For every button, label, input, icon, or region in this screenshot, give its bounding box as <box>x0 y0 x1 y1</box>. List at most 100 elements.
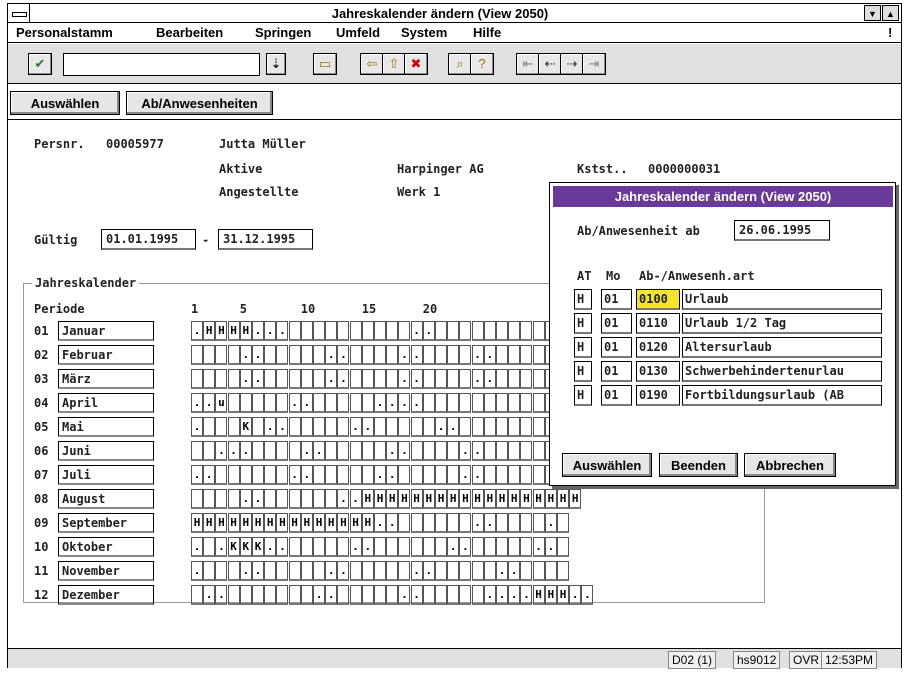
popup-auswaehlen-button[interactable]: Auswählen <box>562 453 652 477</box>
day-cell[interactable] <box>508 393 521 413</box>
check-icon[interactable]: ✔ <box>28 53 52 75</box>
day-cell[interactable] <box>496 393 508 413</box>
menu-hilfe[interactable]: Hilfe <box>473 25 501 40</box>
menu-bearbeiten[interactable]: Bearbeiten <box>156 25 223 40</box>
day-cell[interactable]: . <box>422 561 435 581</box>
absence-at-cell[interactable]: H <box>574 385 592 406</box>
day-cell[interactable]: . <box>374 513 386 533</box>
beenden-button[interactable]: Beenden <box>659 453 738 477</box>
day-cell[interactable]: . <box>410 369 423 389</box>
day-cell[interactable] <box>325 489 338 509</box>
day-cell[interactable] <box>447 441 460 461</box>
day-cell[interactable]: H <box>544 489 557 509</box>
absence-at-cell[interactable]: H <box>574 361 592 382</box>
day-cell[interactable] <box>313 417 325 437</box>
day-cell[interactable] <box>532 393 545 413</box>
day-cell[interactable]: . <box>398 369 411 389</box>
day-cell[interactable]: . <box>410 345 423 365</box>
day-cell[interactable] <box>227 369 240 389</box>
absence-at-cell[interactable]: H <box>574 313 592 334</box>
day-cell[interactable] <box>239 585 252 605</box>
day-cell[interactable] <box>410 537 423 557</box>
day-cell[interactable] <box>386 585 399 605</box>
day-cell[interactable] <box>532 561 545 581</box>
day-cell[interactable] <box>215 561 228 581</box>
day-cell[interactable]: H <box>239 513 252 533</box>
day-cell[interactable] <box>520 441 533 461</box>
day-cell[interactable]: H <box>252 513 264 533</box>
day-cell[interactable]: H <box>215 321 228 341</box>
day-cell[interactable]: . <box>288 393 301 413</box>
day-cell[interactable] <box>496 345 508 365</box>
day-cell[interactable]: . <box>276 417 289 437</box>
day-cell[interactable] <box>532 465 545 485</box>
day-cell[interactable] <box>483 321 496 341</box>
day-cell[interactable] <box>313 321 325 341</box>
day-cell[interactable] <box>264 369 277 389</box>
day-cell[interactable] <box>483 561 496 581</box>
day-cell[interactable]: . <box>191 465 203 485</box>
day-cell[interactable] <box>386 537 399 557</box>
prev-page-icon[interactable]: ⇠ <box>538 53 562 75</box>
day-cell[interactable]: . <box>276 537 289 557</box>
day-cell[interactable]: . <box>337 369 350 389</box>
day-cell[interactable]: . <box>496 561 508 581</box>
day-cell[interactable] <box>361 345 374 365</box>
day-cell[interactable]: . <box>386 393 399 413</box>
day-cell[interactable] <box>349 465 362 485</box>
absence-at-cell[interactable]: H <box>574 337 592 358</box>
day-cell[interactable]: . <box>349 489 362 509</box>
day-cell[interactable] <box>349 393 362 413</box>
day-cell[interactable] <box>215 345 228 365</box>
day-cell[interactable] <box>508 513 521 533</box>
day-cell[interactable] <box>532 513 545 533</box>
day-cell[interactable] <box>447 369 460 389</box>
absence-code-cell[interactable]: 0190 <box>636 385 680 406</box>
day-cell[interactable] <box>447 465 460 485</box>
day-cell[interactable] <box>386 417 399 437</box>
day-cell[interactable] <box>276 441 289 461</box>
day-cell[interactable] <box>276 345 289 365</box>
day-cell[interactable] <box>191 585 203 605</box>
day-cell[interactable]: H <box>422 489 435 509</box>
day-cell[interactable] <box>435 585 447 605</box>
day-cell[interactable]: . <box>569 585 582 605</box>
system-menu-icon[interactable] <box>8 4 30 23</box>
day-cell[interactable]: H <box>215 513 228 533</box>
day-cell[interactable]: H <box>544 585 557 605</box>
day-cell[interactable] <box>227 393 240 413</box>
day-cell[interactable]: . <box>410 393 423 413</box>
day-cell[interactable] <box>300 321 313 341</box>
day-cell[interactable]: . <box>264 321 277 341</box>
day-cell[interactable] <box>349 441 362 461</box>
day-cell[interactable]: H <box>227 321 240 341</box>
month-name-field[interactable]: März <box>58 369 154 389</box>
day-cell[interactable] <box>313 537 325 557</box>
day-cell[interactable] <box>227 585 240 605</box>
absence-mo-cell[interactable]: 01 <box>601 385 632 406</box>
day-cell[interactable]: H <box>203 513 216 533</box>
absence-at-cell[interactable]: H <box>574 289 592 310</box>
day-cell[interactable]: . <box>325 585 338 605</box>
day-cell[interactable] <box>435 345 447 365</box>
day-cell[interactable] <box>374 537 386 557</box>
day-cell[interactable] <box>300 537 313 557</box>
day-cell[interactable] <box>300 369 313 389</box>
menu-system[interactable]: System <box>401 25 447 40</box>
day-cell[interactable]: H <box>508 489 521 509</box>
absence-code-cell[interactable]: 0110 <box>636 313 680 334</box>
day-cell[interactable] <box>386 321 399 341</box>
day-cell[interactable]: H <box>264 513 277 533</box>
day-cell[interactable] <box>435 513 447 533</box>
day-cell[interactable]: H <box>520 489 533 509</box>
menu-umfeld[interactable]: Umfeld <box>336 25 380 40</box>
absence-code-cell-selected[interactable]: 0100 <box>636 289 680 310</box>
day-cell[interactable] <box>276 393 289 413</box>
day-cell[interactable] <box>520 465 533 485</box>
day-cell[interactable]: . <box>239 441 252 461</box>
day-cell[interactable] <box>349 345 362 365</box>
absence-mo-cell[interactable]: 01 <box>601 313 632 334</box>
day-cell[interactable] <box>520 393 533 413</box>
day-cell[interactable] <box>483 417 496 437</box>
absence-code-cell[interactable]: 0130 <box>636 361 680 382</box>
